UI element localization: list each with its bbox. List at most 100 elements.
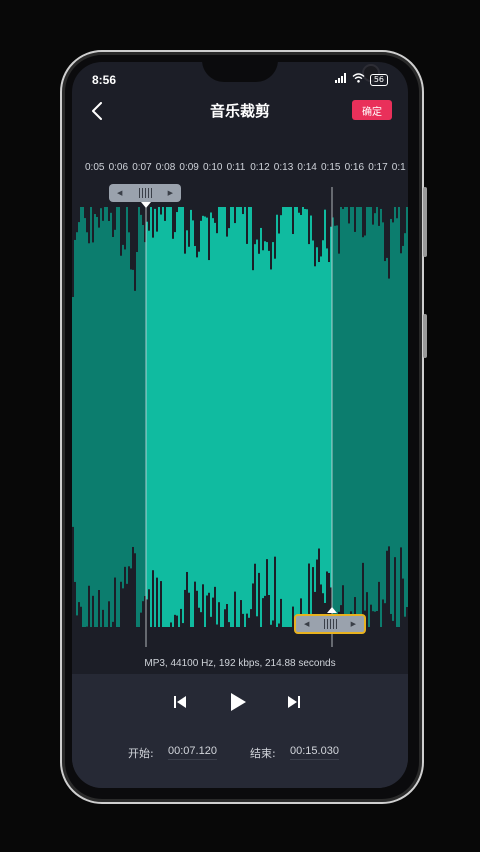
waveform-bar (392, 222, 394, 621)
timeline-tick: 0:09 (179, 162, 199, 173)
arrow-left-icon: ◀ (117, 189, 123, 197)
playback-panel: 开始: 00:07.120 结束: 00:15.030 (72, 674, 408, 788)
waveform-bar (326, 248, 328, 572)
waveform-bar (124, 249, 126, 567)
waveform-bar (188, 246, 190, 593)
waveform-bar (208, 260, 210, 593)
waveform-bar (240, 207, 242, 601)
waveform-bar (328, 262, 330, 573)
waveform-bar (384, 261, 386, 604)
waveform-bar (196, 257, 198, 591)
arrow-right-icon: ▶ (167, 189, 173, 197)
waveform-bar (312, 240, 314, 568)
waveform-bar (84, 218, 86, 627)
waveform-bar (108, 220, 110, 602)
end-trim-handle[interactable]: ◀ ▶ (294, 614, 366, 634)
waveform-bar (270, 269, 272, 625)
skip-next-button[interactable] (284, 692, 304, 712)
waveform-bar (222, 207, 224, 627)
waveform-bar (376, 207, 378, 611)
waveform-bar (378, 225, 380, 582)
waveform-bar (358, 207, 360, 627)
waveform-bar (394, 207, 396, 558)
notch (202, 62, 380, 82)
waveform-bar (216, 233, 218, 625)
waveform-bar (352, 207, 354, 624)
waveform-bar (136, 252, 138, 627)
waveform-bar (228, 228, 230, 623)
waveform-bar (126, 207, 128, 584)
waveform-bar (194, 246, 196, 582)
status-icons: 56 (334, 73, 388, 86)
waveform-bar (302, 207, 304, 622)
waveform-bar (218, 207, 220, 603)
waveform-bar (286, 207, 288, 627)
waveform-bar (118, 207, 120, 627)
waveform-bar (338, 253, 340, 612)
waveform-bar (104, 207, 106, 627)
timeline-tick: 0:13 (273, 162, 294, 173)
waveform-bar (226, 236, 228, 605)
waveform-bar (258, 253, 260, 573)
waveform-bar (114, 229, 116, 578)
waveform-bar (304, 209, 306, 627)
waveform-bar (198, 251, 200, 608)
waveform-bar (120, 255, 122, 582)
battery-indicator: 56 (369, 73, 388, 86)
waveform-bar (174, 232, 176, 615)
waveform-bar (98, 227, 100, 591)
skip-previous-button[interactable] (170, 692, 190, 712)
waveform-bar (160, 214, 162, 582)
waveform-bar (72, 296, 74, 527)
waveform-bar (86, 232, 88, 627)
waveform-bar (82, 207, 84, 627)
timeline-tick: 0:15 (321, 162, 341, 173)
waveform-bar (116, 207, 118, 627)
waveform-bar (178, 207, 180, 627)
end-marker-pointer (327, 607, 337, 613)
timeline-tick: 0:12 (250, 162, 270, 173)
start-trim-handle[interactable]: ◀ ▶ (109, 184, 181, 202)
waveform-bar (278, 233, 280, 624)
waveform-bar (204, 216, 206, 627)
waveform-bar (200, 220, 202, 613)
waveform-bar (148, 230, 150, 590)
end-time-field[interactable]: 00:15.030 (290, 745, 339, 760)
waveform-bar (390, 218, 392, 614)
timeline-tick: 0:17 (368, 162, 388, 173)
waveform-bar (106, 207, 108, 627)
waveform-bar (214, 222, 216, 587)
waveform-bar (162, 207, 164, 627)
waveform-bar (230, 207, 232, 627)
waveform-bar (184, 253, 186, 590)
waveform-bar (400, 253, 402, 548)
waveform-bar (234, 223, 236, 592)
waveform-bar (374, 213, 376, 612)
waveform-bar (210, 212, 212, 617)
waveform-bar (310, 215, 312, 627)
waveform-bar (238, 207, 240, 627)
waveform-bar (128, 232, 130, 567)
waveform[interactable] (72, 187, 408, 647)
waveform-bar (176, 212, 178, 616)
waveform-bar (142, 225, 144, 602)
waveform-bar (168, 207, 170, 627)
start-time-field[interactable]: 00:07.120 (168, 745, 217, 760)
confirm-button[interactable]: 确定 (352, 100, 392, 120)
header-bar: 音乐裁剪 确定 (72, 96, 408, 126)
waveform-bar (154, 208, 156, 627)
waveform-bar (288, 207, 290, 627)
waveform-bar (164, 220, 166, 628)
waveform-bar (172, 238, 174, 627)
waveform-bar (170, 207, 172, 623)
waveform-bar (100, 208, 102, 627)
waveform-bar (246, 243, 248, 614)
waveform-bar (90, 207, 92, 627)
play-button[interactable] (226, 690, 250, 714)
waveform-bar (248, 207, 250, 618)
waveform-bar (96, 216, 98, 628)
waveform-bar (186, 230, 188, 572)
audio-info: MP3, 44100 Hz, 192 kbps, 214.88 seconds (144, 658, 336, 669)
waveform-bar (406, 207, 408, 608)
waveform-bar (368, 207, 370, 627)
